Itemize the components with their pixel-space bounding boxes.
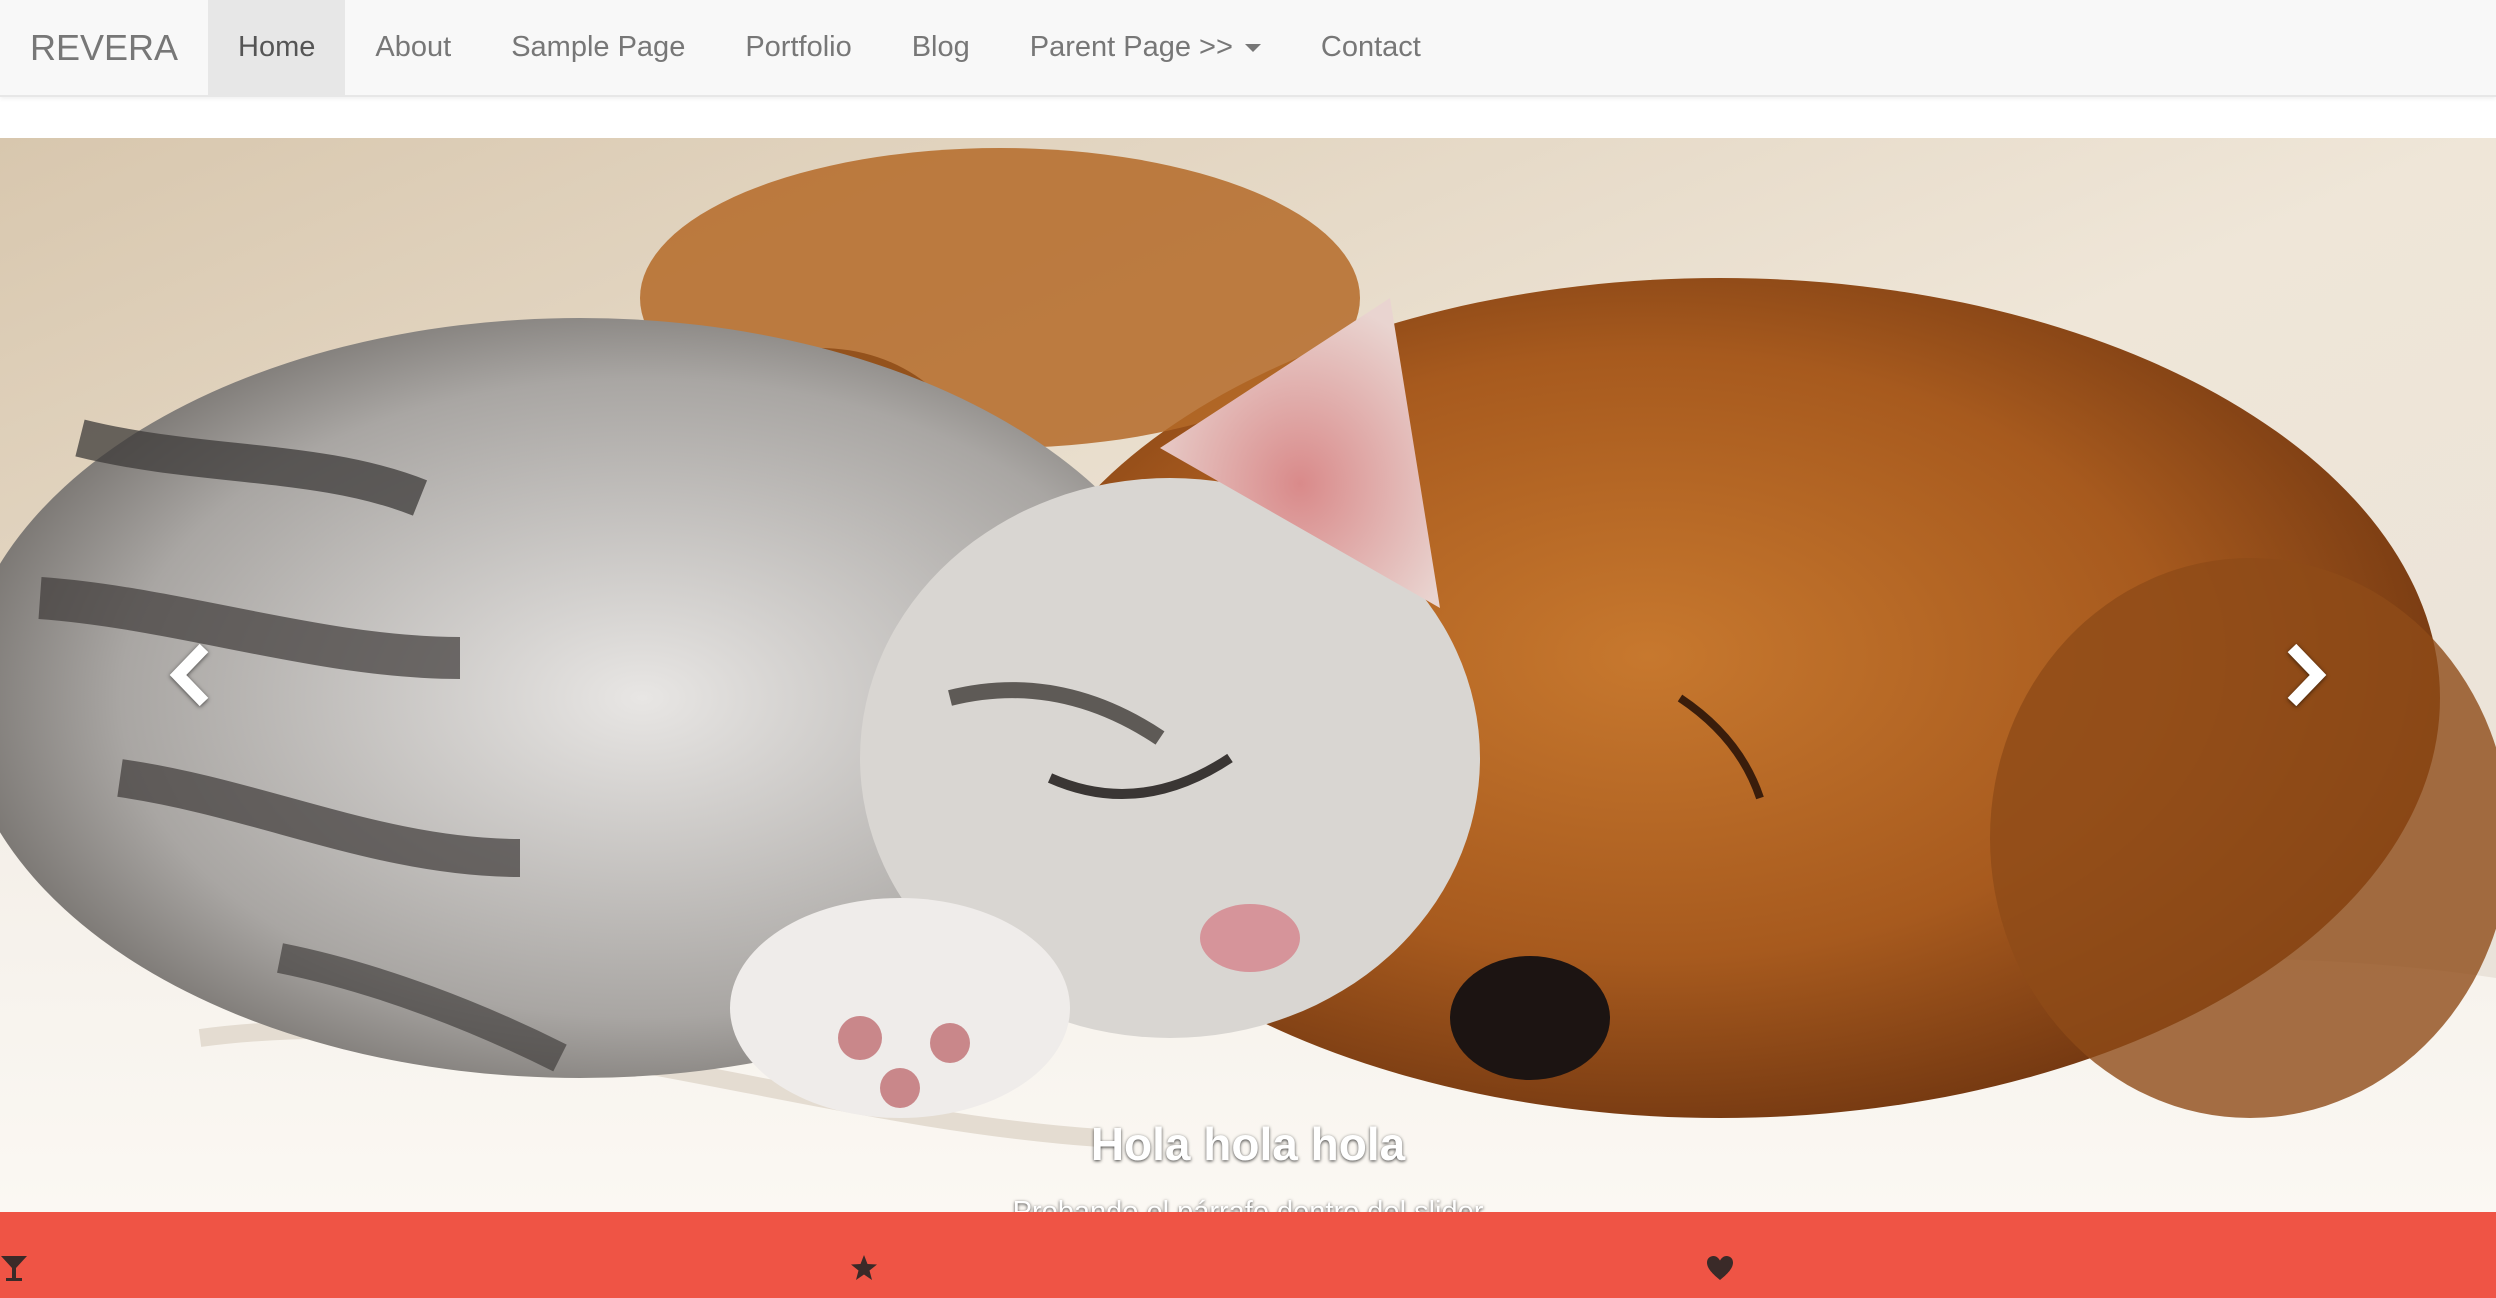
slide-caption-title: Hola hola hola <box>1090 1118 1406 1170</box>
feature-strip <box>0 1212 2496 1298</box>
top-navbar: REVERA Home About Sample Page Portfolio … <box>0 0 2496 97</box>
chevron-left-icon <box>169 644 209 706</box>
main-menu: Home About Sample Page Portfolio Blog Pa… <box>208 0 1451 95</box>
brand-logo[interactable]: REVERA <box>0 0 208 95</box>
chevron-right-icon <box>2287 644 2327 706</box>
glass-icon <box>1 1256 27 1281</box>
nav-item-portfolio[interactable]: Portfolio <box>715 0 881 95</box>
slider-prev-button[interactable] <box>0 138 380 1212</box>
nav-item-blog[interactable]: Blog <box>882 0 1000 95</box>
image-slider: Hola hola hola Probando el párrafo dentr… <box>0 138 2496 1212</box>
nav-item-contact[interactable]: Contact <box>1291 0 1451 95</box>
star-icon <box>851 1255 877 1280</box>
nav-item-parent-page[interactable]: Parent Page >> <box>1000 0 1291 95</box>
nav-item-home[interactable]: Home <box>208 0 346 95</box>
slider-next-button[interactable] <box>2116 138 2496 1212</box>
nav-item-sample-page[interactable]: Sample Page <box>481 0 715 95</box>
nav-item-parent-page-label: Parent Page >> <box>1029 31 1233 63</box>
caret-down-icon <box>1244 43 1261 52</box>
nav-item-about[interactable]: About <box>345 0 481 95</box>
slide-caption-text: Probando el párrafo dentro del slider <box>1012 1196 1484 1212</box>
heart-icon <box>1707 1256 1733 1280</box>
